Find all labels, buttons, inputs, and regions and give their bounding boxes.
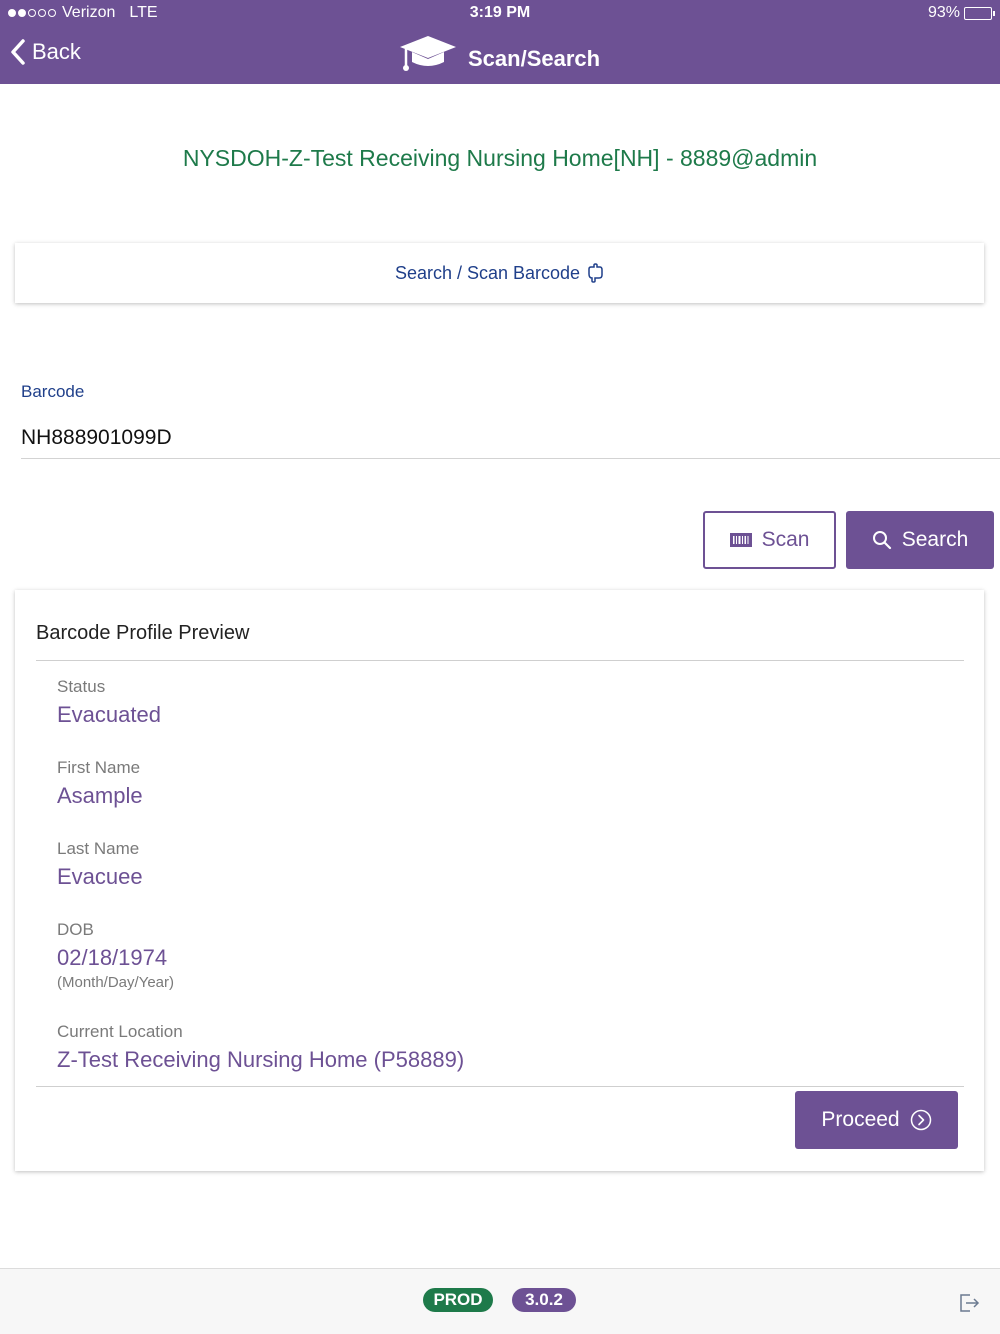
scan-button-label: Scan	[761, 528, 810, 551]
search-button[interactable]: Search	[846, 511, 994, 569]
profile-footer-divider	[36, 1086, 964, 1087]
status-time: 3:19 PM	[469, 4, 531, 21]
search-icon	[872, 531, 891, 550]
proceed-button-label: Proceed	[821, 1108, 900, 1131]
status-value: Evacuated	[57, 702, 161, 727]
page-header: Scan/Search	[398, 34, 600, 74]
current-location-value: Z-Test Receiving Nursing Home (P58889)	[57, 1047, 465, 1072]
proceed-button[interactable]: Proceed	[795, 1091, 958, 1149]
status-bar-right: 93%	[927, 4, 995, 22]
search-scan-barcode-bar[interactable]: Search / Scan Barcode	[15, 243, 984, 303]
battery-icon	[964, 6, 995, 20]
first-name-value: Asample	[57, 783, 143, 808]
facility-heading: NYSDOH-Z-Test Receiving Nursing Home[NH]…	[182, 145, 818, 171]
search-button-label: Search	[901, 528, 969, 551]
environment-badge: PROD	[423, 1288, 493, 1312]
first-name-label: First Name	[57, 758, 141, 777]
barcode-input[interactable]	[21, 418, 1000, 459]
back-button[interactable]: Back	[10, 38, 81, 66]
hand-pointer-icon	[588, 263, 603, 283]
profile-card-title: Barcode Profile Preview	[36, 622, 250, 644]
dob-value: 02/18/1974	[57, 945, 168, 970]
chevron-left-icon	[11, 39, 25, 65]
chevron-circle-right-icon	[910, 1109, 931, 1131]
graduation-cap-icon	[400, 36, 456, 71]
battery-percent: 93%	[927, 4, 960, 21]
top-navigation-bar: Verizon LTE 3:19 PM 93% Back Scan/Search	[0, 0, 1000, 84]
profile-header-divider	[36, 660, 964, 661]
back-label: Back	[32, 39, 81, 64]
footer-bar: PROD 3.0.2	[0, 1268, 1000, 1334]
status-label: Status	[57, 677, 106, 696]
page-title: Scan/Search	[468, 46, 601, 71]
barcode-profile-card: Barcode Profile Preview Status Evacuated…	[15, 590, 984, 1171]
scan-button[interactable]: Scan	[703, 511, 836, 569]
search-scan-barcode-label: Search / Scan Barcode	[394, 262, 581, 283]
dob-label: DOB	[57, 920, 94, 939]
barcode-label: Barcode	[21, 382, 85, 401]
sign-out-icon[interactable]	[957, 1291, 981, 1315]
current-location-label: Current Location	[57, 1022, 183, 1041]
version-badge: 3.0.2	[512, 1288, 576, 1312]
dob-format-hint: (Month/Day/Year)	[57, 974, 174, 991]
last-name-label: Last Name	[57, 839, 140, 858]
last-name-value: Evacuee	[57, 864, 143, 889]
barcode-icon	[729, 533, 752, 547]
